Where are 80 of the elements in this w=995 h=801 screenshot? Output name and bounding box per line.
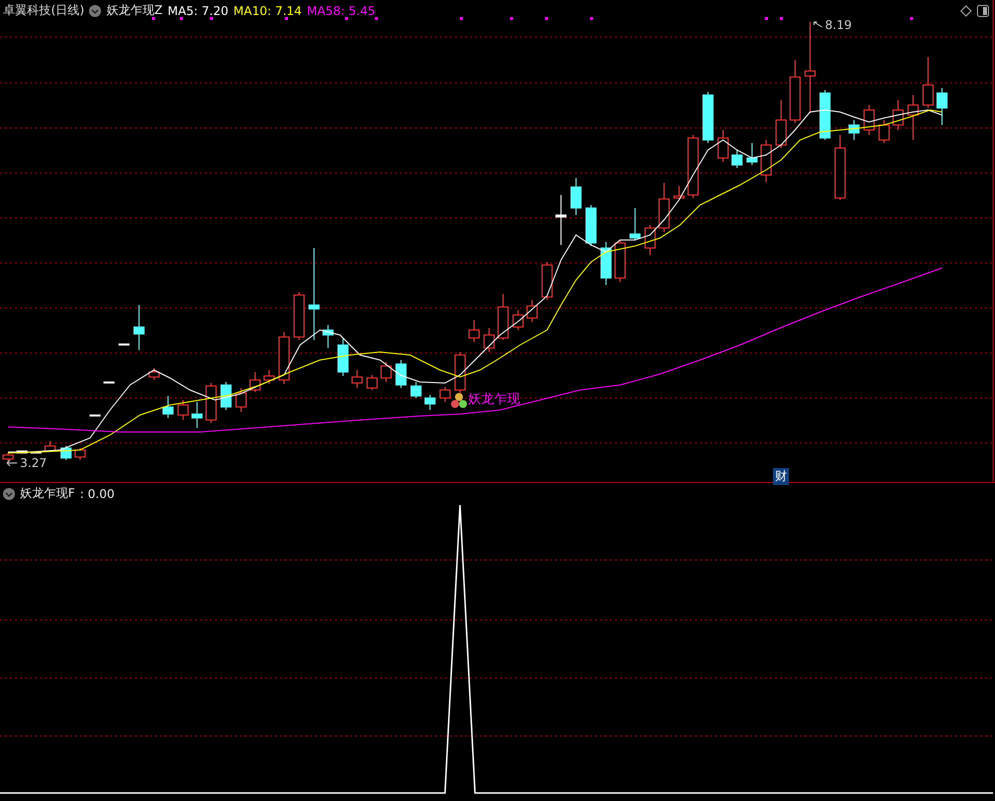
candlestick xyxy=(936,88,948,126)
high-price-label: 8.19 xyxy=(825,18,852,32)
candlestick xyxy=(134,304,144,350)
candlestick xyxy=(148,368,160,380)
pointer-arrow-icon xyxy=(813,21,823,29)
indicator-reading: : 0.00 xyxy=(80,486,114,500)
candlestick xyxy=(236,388,246,412)
candlestick xyxy=(90,414,100,416)
candlestick xyxy=(2,452,14,462)
ma-legend: MA5: 7.20 xyxy=(168,4,228,18)
candlestick xyxy=(864,104,874,136)
candlestick xyxy=(688,134,698,198)
candlestick xyxy=(30,452,42,454)
indicator-name: 妖龙乍现F xyxy=(20,485,75,502)
dropdown-icon[interactable] xyxy=(3,488,15,500)
candlestick xyxy=(498,294,508,340)
candlestick xyxy=(820,90,830,140)
candlestick xyxy=(790,60,800,124)
candlestick xyxy=(760,140,772,182)
candlestick xyxy=(614,240,626,282)
candlestick xyxy=(892,100,904,130)
candlestick xyxy=(250,372,260,392)
diamond-icon[interactable] xyxy=(960,4,972,16)
candlestick xyxy=(834,134,846,200)
candlestick xyxy=(732,150,742,168)
candlestick xyxy=(278,332,290,384)
candlestick xyxy=(104,382,114,384)
candlestick xyxy=(922,56,934,108)
candlestick xyxy=(366,374,378,390)
ma-legend: MA58: 5.45 xyxy=(306,4,376,18)
candlestick xyxy=(586,204,596,246)
candlestick xyxy=(16,450,28,454)
ma-legend: MA10: 7.14 xyxy=(233,4,302,18)
low-price-label: 3.27 xyxy=(20,456,47,470)
candlestick xyxy=(396,360,406,388)
candlestick xyxy=(512,310,524,330)
candlestick xyxy=(338,338,348,376)
candlestick xyxy=(702,92,714,144)
candlestick xyxy=(556,194,566,246)
candlestick xyxy=(526,300,538,322)
candlestick xyxy=(718,130,728,162)
candlestick xyxy=(162,396,174,418)
candlestick xyxy=(74,448,86,460)
candlestick xyxy=(440,386,450,402)
signal-label: 妖龙乍现 xyxy=(468,391,520,408)
candlestick xyxy=(878,120,890,144)
panel-toggle-icon[interactable] xyxy=(977,4,989,16)
candlestick xyxy=(644,224,656,256)
candlestick xyxy=(848,120,860,140)
candlestick xyxy=(658,182,670,232)
candlestick xyxy=(542,262,552,300)
candlestick xyxy=(570,178,582,216)
candlestick xyxy=(454,352,466,394)
dropdown-icon[interactable] xyxy=(89,4,102,16)
finance-badge[interactable]: 财 xyxy=(773,468,789,485)
candlestick xyxy=(674,186,684,200)
indicator-name: 妖龙乍现Z xyxy=(106,2,163,19)
candlestick xyxy=(220,382,232,410)
candlestick xyxy=(600,242,612,286)
pointer-arrow-icon xyxy=(6,459,18,467)
candlestick xyxy=(484,328,494,352)
coin-stack-icon xyxy=(451,393,467,408)
candlestick xyxy=(294,292,304,340)
stock-title: 卓翼科技(日线) xyxy=(3,2,84,19)
candlestick xyxy=(410,382,422,398)
candlestick xyxy=(630,208,640,240)
candlestick xyxy=(192,402,202,428)
candlestick xyxy=(424,394,436,410)
candlestick xyxy=(468,320,480,342)
candlestick xyxy=(118,344,130,346)
candlestick xyxy=(206,382,216,424)
candlestick xyxy=(352,370,362,388)
candlestick xyxy=(746,142,758,166)
candlestick xyxy=(264,370,274,384)
candlestick xyxy=(44,440,56,452)
candlestick xyxy=(380,362,392,382)
candlestick xyxy=(178,400,188,420)
candlestick xyxy=(908,94,918,140)
candlestick xyxy=(322,324,334,348)
candlestick xyxy=(776,100,786,148)
